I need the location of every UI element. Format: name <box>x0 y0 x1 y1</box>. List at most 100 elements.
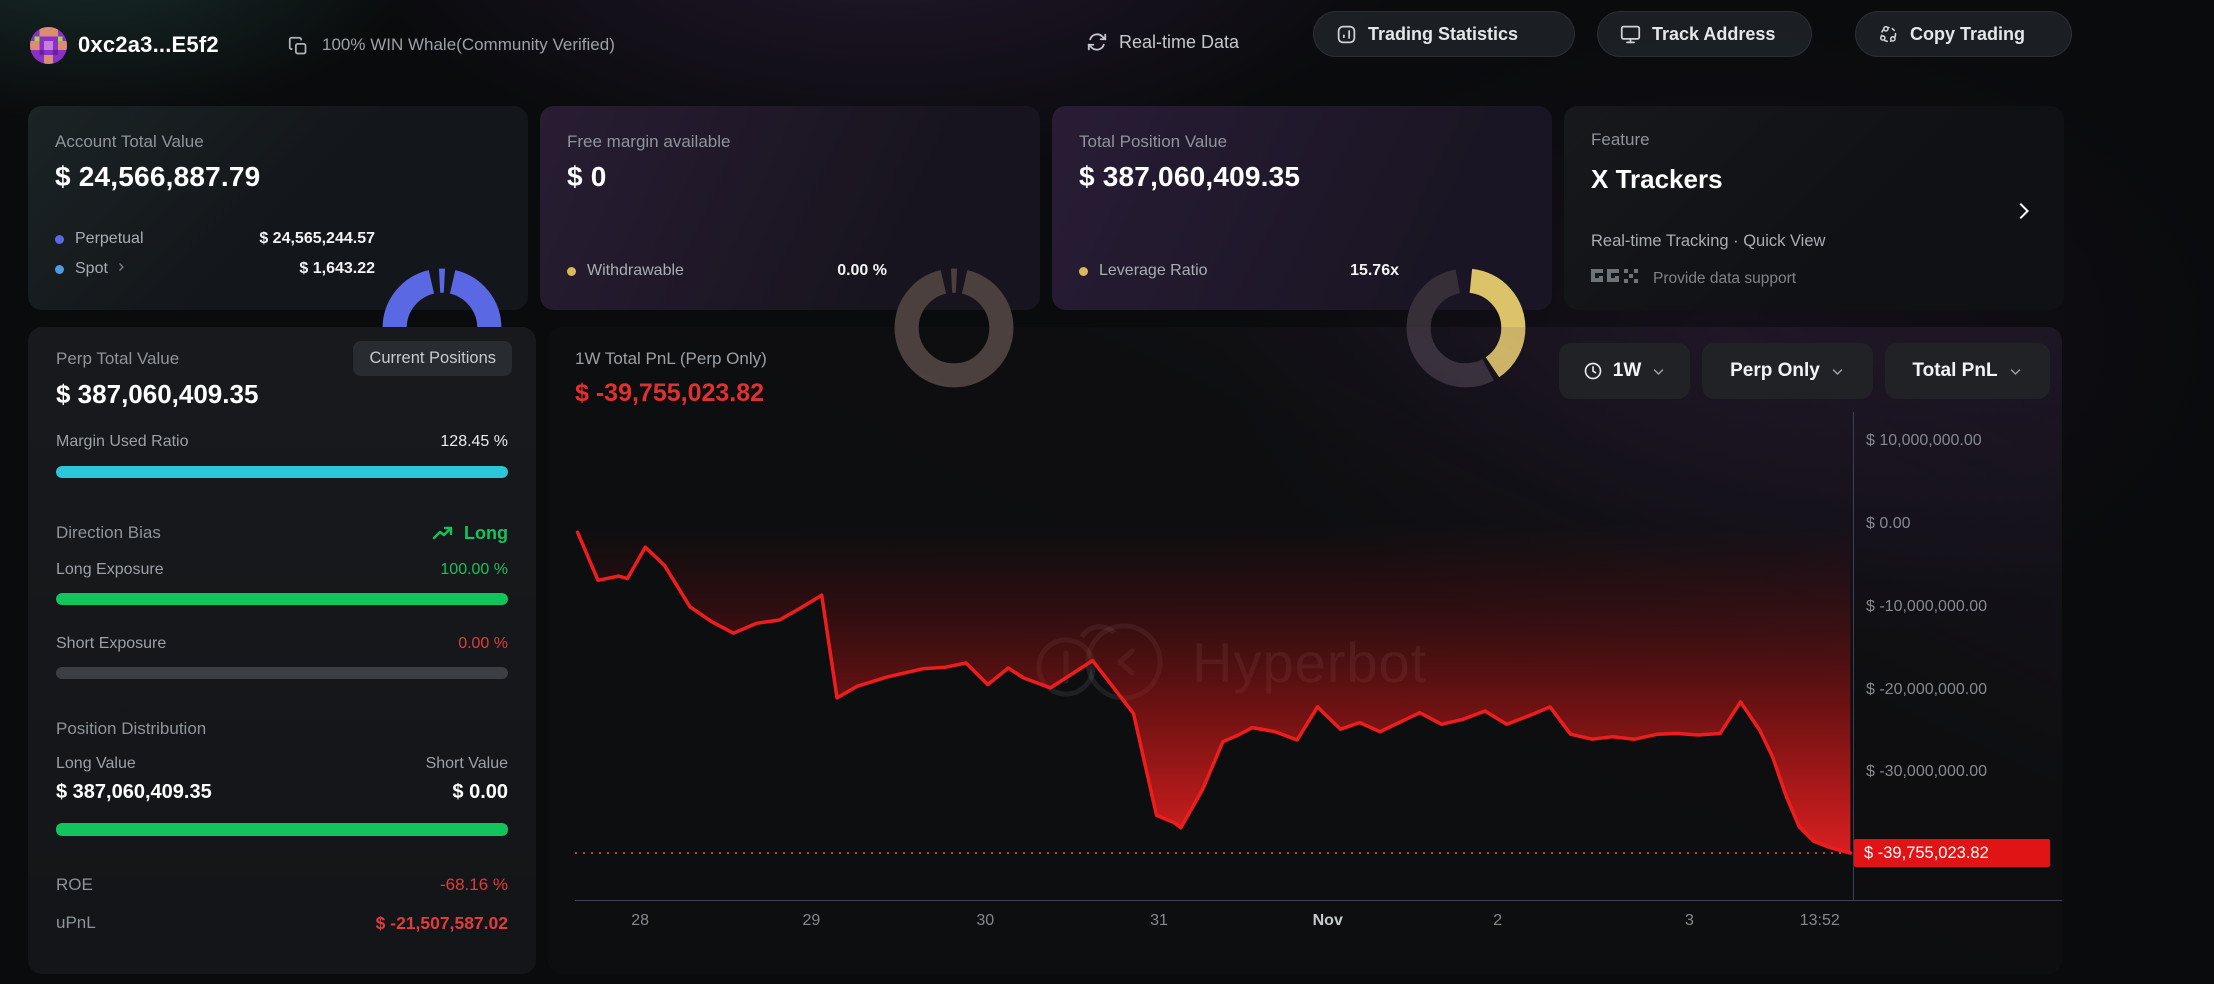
long-value-label: Long Value <box>56 755 136 773</box>
pnl-area-fill <box>578 524 1851 853</box>
direction-bias-label: Direction Bias <box>56 523 161 543</box>
chevron-down-icon <box>1830 364 1845 379</box>
wallet-address: 0xc2a3...E5f2 <box>78 32 219 58</box>
spot-label: Spot <box>75 260 108 278</box>
clock-icon <box>1583 361 1603 381</box>
monitor-icon <box>1620 24 1641 45</box>
spot-dot <box>55 265 64 274</box>
x-tick-label: 28 <box>631 912 649 930</box>
short-value: $ 0.00 <box>452 781 508 804</box>
short-exposure-bar <box>56 667 508 679</box>
bbx-logo-icon <box>1591 266 1641 291</box>
x-tick-label: 29 <box>803 912 821 930</box>
header: 0xc2a3...E5f2 100% WIN Whale(Community V… <box>0 0 2214 86</box>
current-positions-button[interactable]: Current Positions <box>353 341 512 376</box>
free-margin-card: Free margin available $ 0 Withdrawable 0… <box>540 106 1040 310</box>
margin-used-bar <box>56 466 508 478</box>
feature-title: X Trackers <box>1591 164 1723 195</box>
copy-trading-button[interactable]: Copy Trading <box>1855 11 2072 57</box>
metric-label: Total PnL <box>1912 360 1997 382</box>
withdrawable-row: Withdrawable 0.00 % <box>567 262 887 280</box>
roe-value: -68.16 % <box>440 875 508 895</box>
range-label: 1W <box>1613 360 1642 382</box>
perpetual-dot <box>55 235 64 244</box>
leverage-row: Leverage Ratio 15.76x <box>1079 262 1399 280</box>
upnl-label: uPnL <box>56 913 96 933</box>
track-address-button[interactable]: Track Address <box>1597 11 1812 57</box>
perpetual-row: Perpetual $ 24,565,244.57 <box>55 230 375 248</box>
metric-dropdown[interactable]: Total PnL <box>1885 343 2050 399</box>
verified-badge: 100% WIN Whale(Community Verified) <box>322 35 615 55</box>
x-tick-label: 30 <box>976 912 994 930</box>
x-tick-label: 13:52 <box>1800 912 1840 930</box>
trading-statistics-label: Trading Statistics <box>1368 24 1518 45</box>
perpetual-value: $ 24,565,244.57 <box>259 230 375 248</box>
scope-label: Perp Only <box>1730 360 1820 382</box>
y-tick-label: $ -20,000,000.00 <box>1866 680 1987 700</box>
chart-pnl-value: $ -39,755,023.82 <box>575 379 764 408</box>
spot-row[interactable]: Spot $ 1,643.22 <box>55 260 375 278</box>
chevron-down-icon <box>2008 364 2023 379</box>
spot-chevron-icon[interactable] <box>115 260 127 278</box>
position-distribution-label: Position Distribution <box>56 719 206 739</box>
range-dropdown[interactable]: 1W <box>1559 343 1690 399</box>
feature-subtitle: Real-time Tracking · Quick View <box>1591 232 1825 251</box>
total-position-value: $ 387,060,409.35 <box>1079 161 1300 193</box>
x-tick-label: 31 <box>1150 912 1168 930</box>
roe-label: ROE <box>56 875 93 895</box>
x-axis-labels: 28 29 30 31 Nov 2 3 13:52 <box>575 912 1853 936</box>
y-tick-label: $ 10,000,000.00 <box>1866 431 1982 451</box>
card-title: Free margin available <box>567 132 730 152</box>
x-tick-label: 3 <box>1685 912 1694 930</box>
upnl-value: $ -21,507,587.02 <box>376 913 508 934</box>
perp-total-label: Perp Total Value <box>56 349 179 369</box>
long-exposure-value: 100.00 % <box>440 561 508 579</box>
avatar <box>30 27 67 64</box>
long-value: $ 387,060,409.35 <box>56 781 212 804</box>
x-tick-label: Nov <box>1313 912 1343 930</box>
total-position-card: Total Position Value $ 387,060,409.35 Le… <box>1052 106 1552 310</box>
withdrawable-value: 0.00 % <box>837 262 887 280</box>
y-axis-line <box>1853 412 1854 900</box>
perp-total-value: $ 387,060,409.35 <box>56 379 258 410</box>
free-margin-value: $ 0 <box>567 161 607 193</box>
long-exposure-label: Long Exposure <box>56 561 164 579</box>
current-pnl-badge: $ -39,755,023.82 <box>1854 839 2050 867</box>
leverage-value: 15.76x <box>1350 262 1399 280</box>
whale-dashboard: 0xc2a3...E5f2 100% WIN Whale(Community V… <box>0 0 2214 984</box>
trading-statistics-button[interactable]: Trading Statistics <box>1313 11 1575 57</box>
trend-up-icon <box>431 521 455 545</box>
distribution-bar <box>56 823 508 836</box>
track-address-label: Track Address <box>1652 24 1775 45</box>
y-tick-label: $ 0.00 <box>1866 514 1910 534</box>
feature-chevron-icon[interactable] <box>2012 196 2034 231</box>
copy-trading-label: Copy Trading <box>1910 24 2025 45</box>
margin-used-label: Margin Used Ratio <box>56 433 189 451</box>
y-axis-labels: $ 10,000,000.00$ 0.00$ -10,000,000.00$ -… <box>1866 412 2062 900</box>
perpetual-label: Perpetual <box>75 230 144 248</box>
pnl-chart-panel: 1W Total PnL (Perp Only) $ -39,755,023.8… <box>548 327 2062 974</box>
pnl-area-chart[interactable] <box>575 412 1853 900</box>
leverage-dot <box>1079 267 1088 276</box>
withdrawable-dot <box>567 267 576 276</box>
card-title: Total Position Value <box>1079 132 1227 152</box>
perp-summary-panel: Perp Total Value Current Positions $ 387… <box>28 327 536 974</box>
spot-value: $ 1,643.22 <box>299 260 375 278</box>
short-value-label: Short Value <box>426 755 508 773</box>
copy-trading-icon <box>1878 24 1899 45</box>
statistics-icon <box>1336 24 1357 45</box>
scope-dropdown[interactable]: Perp Only <box>1702 343 1873 399</box>
account-total-value: $ 24,566,887.79 <box>55 161 260 193</box>
copy-address-icon[interactable] <box>288 36 309 62</box>
x-axis-line <box>575 900 2062 901</box>
x-tick-label: 2 <box>1493 912 1502 930</box>
leverage-label: Leverage Ratio <box>1099 262 1208 280</box>
feature-card[interactable]: Feature X Trackers Real-time Tracking · … <box>1564 106 2064 310</box>
short-exposure-value: 0.00 % <box>458 635 508 653</box>
short-exposure-label: Short Exposure <box>56 635 166 653</box>
realtime-label: Real-time Data <box>1119 32 1239 53</box>
refresh-icon[interactable] <box>1086 31 1108 53</box>
chevron-down-icon <box>1651 364 1666 379</box>
avatar-pixel-art <box>30 27 67 64</box>
realtime-data: Real-time Data <box>1086 31 1239 53</box>
